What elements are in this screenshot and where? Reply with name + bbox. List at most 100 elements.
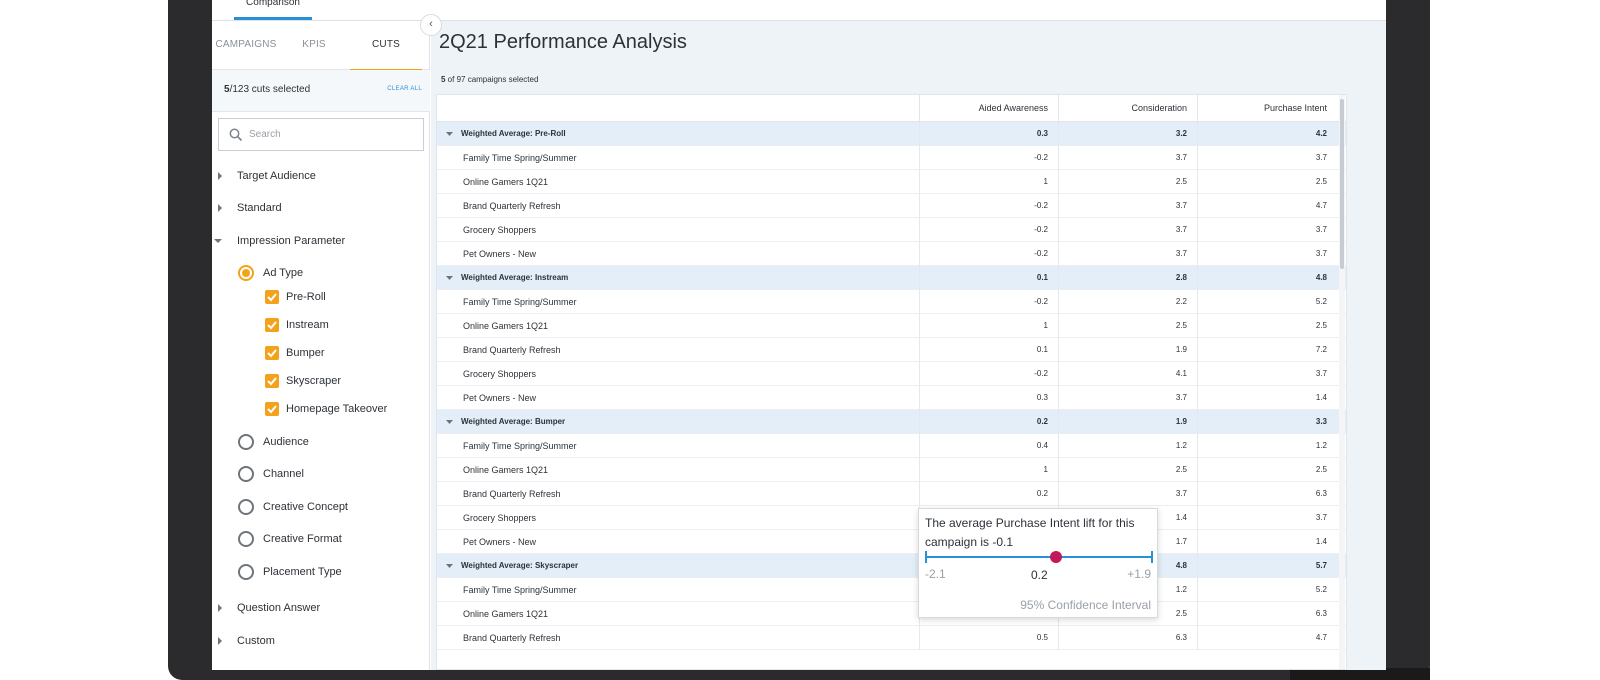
tab-campaigns[interactable]: CAMPAIGNS: [212, 21, 280, 70]
radio-unselected[interactable]: [238, 499, 254, 515]
table-cell: 5.2: [1197, 578, 1337, 602]
option-placement-type[interactable]: Placement Type: [212, 562, 430, 582]
option-audience[interactable]: Audience: [212, 432, 430, 452]
table-cell: 3.7: [1058, 146, 1197, 170]
tab-kpis[interactable]: KPIS: [280, 21, 348, 70]
option-channel[interactable]: Channel: [212, 464, 430, 484]
collapse-sidebar-button[interactable]: ‹: [420, 14, 442, 36]
checkbox-checked-icon[interactable]: [265, 318, 279, 332]
checkbox-checked-icon[interactable]: [265, 290, 279, 304]
table-cell: 3.3: [1197, 410, 1337, 434]
vertical-scrollbar[interactable]: [1339, 95, 1345, 669]
table-row: Online Gamers 1Q21 1 2.5 2.5: [437, 458, 1346, 482]
checkbox-bumper[interactable]: Bumper: [212, 343, 430, 363]
table-cell: 0.3: [919, 386, 1058, 410]
radio-unselected[interactable]: [238, 564, 254, 580]
tree-item-impression-parameter[interactable]: Impression Parameter: [212, 231, 430, 251]
table-cell: 7.2: [1197, 338, 1337, 362]
caret-down-icon[interactable]: [446, 275, 453, 281]
table-cell: 4.7: [1197, 626, 1337, 650]
point-estimate-value: 0.2: [1031, 568, 1048, 582]
checkbox-homepage-takeover[interactable]: Homepage Takeover: [212, 399, 430, 419]
table-row: Grocery Shoppers -0.2 3.7 3.7: [437, 218, 1346, 242]
row-label: Online Gamers 1Q21: [463, 609, 549, 619]
clear-all-link[interactable]: CLEAR ALL: [387, 86, 422, 92]
tree-item-standard[interactable]: Standard: [212, 198, 430, 218]
table-cell: 4.1: [1058, 362, 1197, 386]
row-label: Online Gamers 1Q21: [463, 321, 549, 331]
checkbox-instream[interactable]: Instream: [212, 315, 430, 335]
tree-item-question-answer[interactable]: Question Answer: [212, 598, 430, 618]
search-field[interactable]: [218, 118, 424, 151]
confidence-tooltip: The average Purchase Intent lift for thi…: [918, 508, 1158, 618]
table-cell: 1: [919, 458, 1058, 482]
group-row[interactable]: Weighted Average: Instream 0.1 2.8 4.8: [437, 266, 1346, 290]
table-cell: 3.2: [1058, 122, 1197, 146]
row-label: Grocery Shoppers: [463, 369, 537, 379]
radio-unselected[interactable]: [238, 531, 254, 547]
confidence-interval-label: 95% Confidence Interval: [1020, 598, 1151, 612]
table-cell: 5.7: [1197, 554, 1337, 578]
checkbox-label: Homepage Takeover: [286, 403, 388, 415]
table-cell: 3.7: [1197, 506, 1337, 530]
tab-cuts[interactable]: CUTS: [350, 21, 422, 71]
table-cell: -0.2: [919, 242, 1058, 266]
option-label: Placement Type: [263, 566, 342, 578]
table-cell: 0.2: [919, 482, 1058, 506]
top-navigation: Comparison: [212, 0, 1386, 21]
tree-item-custom[interactable]: Custom: [212, 631, 430, 651]
caret-down-icon[interactable]: [446, 131, 453, 137]
table-cell: 3.7: [1197, 362, 1337, 386]
tree-item-target-audience[interactable]: Target Audience: [212, 166, 430, 186]
table-row: Family Time Spring/Summer -0.2 2.2 5.2: [437, 290, 1346, 314]
option-creative-format[interactable]: Creative Format: [212, 529, 430, 549]
caret-down-icon[interactable]: [446, 563, 453, 569]
row-label: Grocery Shoppers: [463, 225, 537, 235]
cuts-selected-count: 5/123 cuts selected: [224, 84, 311, 95]
row-label: Pet Owners - New: [463, 537, 537, 547]
table-row: Pet Owners - New -0.2 3.7 3.7: [437, 242, 1346, 266]
group-row[interactable]: Weighted Average: Pre-Roll 0.3 3.2 4.2: [437, 122, 1346, 146]
interval-high-value: +1.9: [1127, 567, 1151, 581]
option-label: Creative Concept: [263, 501, 348, 513]
table-cell: 4.2: [1197, 122, 1337, 146]
table-row: Pet Owners - New 0.3 3.7 1.4: [437, 386, 1346, 410]
checkbox-checked-icon[interactable]: [265, 346, 279, 360]
tree-item-label: Impression Parameter: [237, 235, 346, 247]
group-row[interactable]: Weighted Average: Skyscraper 4.8 5.7: [437, 554, 1346, 578]
row-label: Brand Quarterly Refresh: [463, 345, 561, 355]
table-cell: 6.3: [1058, 626, 1197, 650]
table-cell: 2.8: [1058, 266, 1197, 290]
scrollbar-thumb[interactable]: [1340, 99, 1344, 269]
table-cell: -0.2: [919, 146, 1058, 170]
interval-low-tick: [925, 551, 927, 563]
checkbox-checked-icon[interactable]: [265, 402, 279, 416]
caret-right-icon: [218, 637, 222, 645]
table-cell: 4.7: [1197, 194, 1337, 218]
radio-unselected[interactable]: [238, 466, 254, 482]
active-tab-indicator: [234, 17, 312, 20]
column-header-consideration[interactable]: Consideration: [1058, 95, 1197, 122]
checkbox-checked-icon[interactable]: [265, 374, 279, 388]
point-estimate-marker: [1049, 551, 1062, 563]
radio-selected[interactable]: [238, 265, 254, 281]
search-input[interactable]: [249, 119, 419, 150]
column-header-purchase-intent[interactable]: Purchase Intent: [1197, 95, 1337, 122]
radio-unselected[interactable]: [238, 434, 254, 450]
table-cell: -0.2: [919, 362, 1058, 386]
group-row[interactable]: Weighted Average: Bumper 0.2 1.9 3.3: [437, 410, 1346, 434]
table-cell: 2.5: [1058, 170, 1197, 194]
caret-right-icon: [218, 604, 222, 612]
option-ad-type[interactable]: Ad Type: [212, 263, 430, 283]
table-row: Online Gamers 1Q21 1 2.5 2.5: [437, 170, 1346, 194]
row-label: Brand Quarterly Refresh: [463, 201, 561, 211]
option-creative-concept[interactable]: Creative Concept: [212, 497, 430, 517]
table-row: Brand Quarterly Refresh 0.1 1.9 7.2: [437, 338, 1346, 362]
checkbox-pre-roll[interactable]: Pre-Roll: [212, 287, 430, 307]
caret-down-icon[interactable]: [446, 419, 453, 425]
page-title: 2Q21 Performance Analysis: [439, 31, 687, 53]
table-header: Aided Awareness Consideration Purchase I…: [437, 95, 1346, 122]
row-label: Grocery Shoppers: [463, 513, 537, 523]
column-header-aided-awareness[interactable]: Aided Awareness: [919, 95, 1058, 122]
checkbox-skyscraper[interactable]: Skyscraper: [212, 371, 430, 391]
